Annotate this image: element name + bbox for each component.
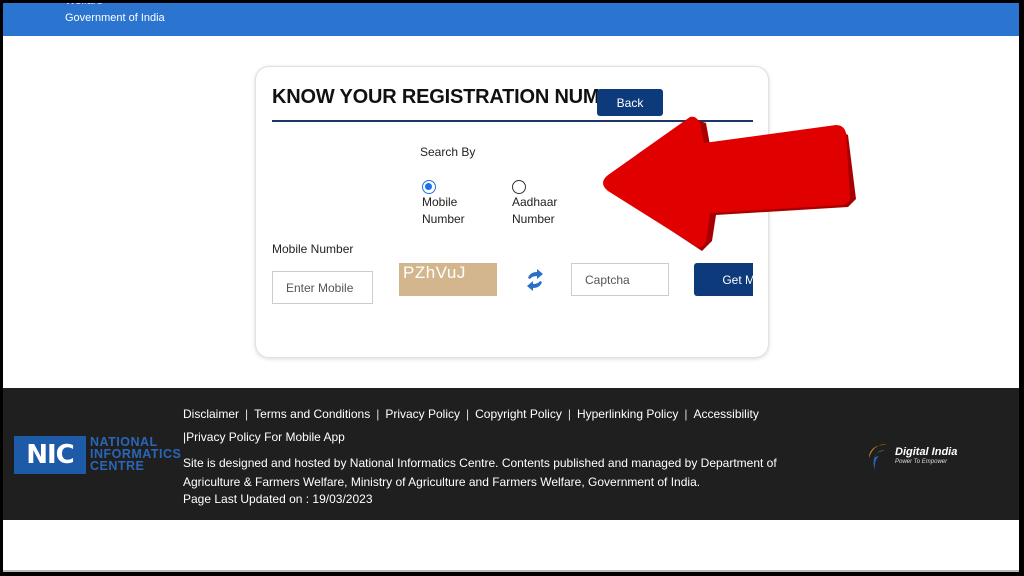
get-button-label: Get M [722,272,753,287]
captcha-input[interactable]: Captcha [571,263,669,296]
org-name-line2: Government of India [65,12,165,24]
refresh-captcha-icon[interactable] [524,268,546,292]
red-arrow-annotation-icon [603,116,856,251]
header-bar: Welfare Government of India [3,3,1019,36]
footer-link-terms[interactable]: Terms and Conditions [254,407,370,421]
digital-india-tagline: Power To Empower [895,459,948,465]
footer-links: Disclaimer | Terms and Conditions | Privacy … [183,407,759,421]
mobile-number-input[interactable]: Enter Mobile [272,271,373,304]
radio-aadhaar-number-label[interactable]: Aadhaar Number [512,194,572,228]
page: Welfare Government of India KNOW YOUR RE… [3,3,1019,572]
radio-aadhaar-number[interactable] [512,180,526,194]
nic-logo-mark: NIC [14,436,86,474]
footer-link-privacy[interactable]: Privacy Policy [385,407,460,421]
digital-india-logo: Digital India Power To Empower [865,440,965,476]
radio-mobile-number-label[interactable]: Mobile Number [422,194,482,228]
mobile-number-label: Mobile Number [272,242,354,256]
bottom-border [3,570,1019,572]
search-by-label: Search By [420,145,476,159]
last-updated: Page Last Updated on : 19/03/2023 [183,492,373,506]
footer-hosted-text: Site is designed and hosted by National … [183,456,777,489]
separator: | [684,407,688,421]
footer-link-accessibility[interactable]: Accessibility [693,407,758,421]
nic-line3: CENTRE [90,459,145,473]
footer-link-hyperlinking[interactable]: Hyperlinking Policy [577,407,678,421]
separator: | [466,407,470,421]
footer-link-disclaimer[interactable]: Disclaimer [183,407,239,421]
digital-india-title: Digital India [895,446,958,458]
page-title: KNOW YOUR REGISTRATION NUMBER [272,86,642,108]
captcha-image: PZhVuJ [399,263,497,296]
get-mobile-otp-button[interactable]: Get M [694,263,753,296]
radio-mobile-number[interactable] [422,180,436,194]
footer-link-privacy-mobile-app[interactable]: Privacy Policy For Mobile App [186,430,345,444]
footer-link-copyright[interactable]: Copyright Policy [475,407,562,421]
footer: NIC NATIONAL INFORMATICS CENTRE Disclaim… [3,388,1019,520]
separator: | [376,407,380,421]
digital-india-emblem-icon [869,444,887,470]
separator: | [567,407,571,421]
separator: | [245,407,249,421]
nic-logo-text: NATIONAL INFORMATICS CENTRE [90,436,181,473]
footer-links-line2: |Privacy Policy For Mobile App [183,430,345,444]
org-name-line1: Welfare [65,3,103,7]
